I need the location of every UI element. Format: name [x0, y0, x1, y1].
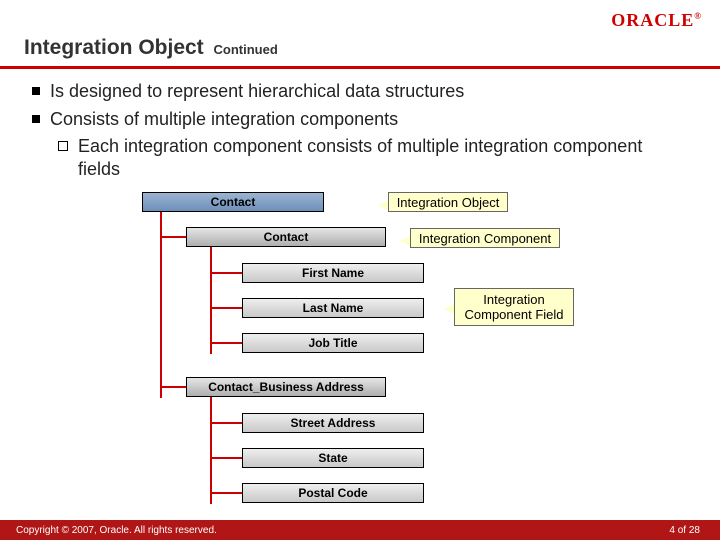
connector-line	[210, 272, 242, 274]
slide-title: Integration Object Continued	[24, 36, 278, 60]
vendor-logo: ORACLE®	[611, 10, 702, 31]
callout-tail-icon	[400, 236, 410, 246]
callout-text: Integration Object	[397, 195, 500, 210]
footer-bar: Copyright © 2007, Oracle. All rights res…	[0, 520, 720, 540]
hollow-square-bullet-icon	[58, 141, 68, 151]
title-continued: Continued	[214, 42, 278, 57]
field-node: Last Name	[242, 298, 424, 318]
connector-line	[210, 342, 242, 344]
bullet-list: Is designed to represent hierarchical da…	[32, 80, 672, 180]
page-number: 4 of 28	[669, 525, 700, 536]
square-bullet-icon	[32, 87, 40, 95]
field-label: Postal Code	[298, 486, 367, 500]
component-label: Contact	[264, 230, 309, 244]
callout-text: Integration Component	[419, 231, 551, 246]
field-node: Postal Code	[242, 483, 424, 503]
field-node: State	[242, 448, 424, 468]
bullet-level2: Each integration component consists of m…	[58, 135, 672, 180]
title-underline	[0, 66, 720, 69]
field-node: First Name	[242, 263, 424, 283]
connector-line	[210, 247, 212, 354]
bullet-text: Is designed to represent hierarchical da…	[50, 80, 464, 103]
field-label: State	[318, 451, 347, 465]
square-bullet-icon	[32, 115, 40, 123]
bullet-level1: Is designed to represent hierarchical da…	[32, 80, 672, 103]
connector-line	[160, 212, 162, 398]
title-main: Integration Object	[24, 36, 204, 59]
field-label: Job Title	[308, 336, 357, 350]
bullet-level1: Consists of multiple integration compone…	[32, 108, 672, 131]
root-node: Contact	[142, 192, 324, 212]
connector-line	[210, 397, 212, 504]
callout-integration-component-field: Integration Component Field	[454, 288, 574, 326]
connector-line	[210, 457, 242, 459]
vendor-logo-text: ORACLE®	[611, 10, 702, 30]
connector-line	[210, 307, 242, 309]
callout-tail-icon	[378, 200, 388, 210]
component-label: Contact_Business Address	[208, 380, 364, 394]
bullet-text: Each integration component consists of m…	[78, 135, 672, 180]
field-label: Street Address	[291, 416, 376, 430]
field-label: Last Name	[303, 301, 364, 315]
field-label: First Name	[302, 266, 364, 280]
copyright-text: Copyright © 2007, Oracle. All rights res…	[16, 525, 217, 536]
bullet-text: Consists of multiple integration compone…	[50, 108, 398, 131]
field-node: Job Title	[242, 333, 424, 353]
connector-line	[160, 236, 186, 238]
root-label: Contact	[211, 195, 256, 209]
connector-line	[210, 422, 242, 424]
hierarchy-diagram: Contact Contact First Name Last Name Job…	[0, 192, 720, 512]
callout-integration-component: Integration Component	[410, 228, 560, 248]
callout-tail-icon	[444, 304, 454, 314]
component-node: Contact_Business Address	[186, 377, 386, 397]
connector-line	[210, 492, 242, 494]
field-node: Street Address	[242, 413, 424, 433]
component-node: Contact	[186, 227, 386, 247]
connector-line	[160, 386, 186, 388]
callout-integration-object: Integration Object	[388, 192, 508, 212]
callout-text: Integration Component Field	[465, 292, 564, 322]
